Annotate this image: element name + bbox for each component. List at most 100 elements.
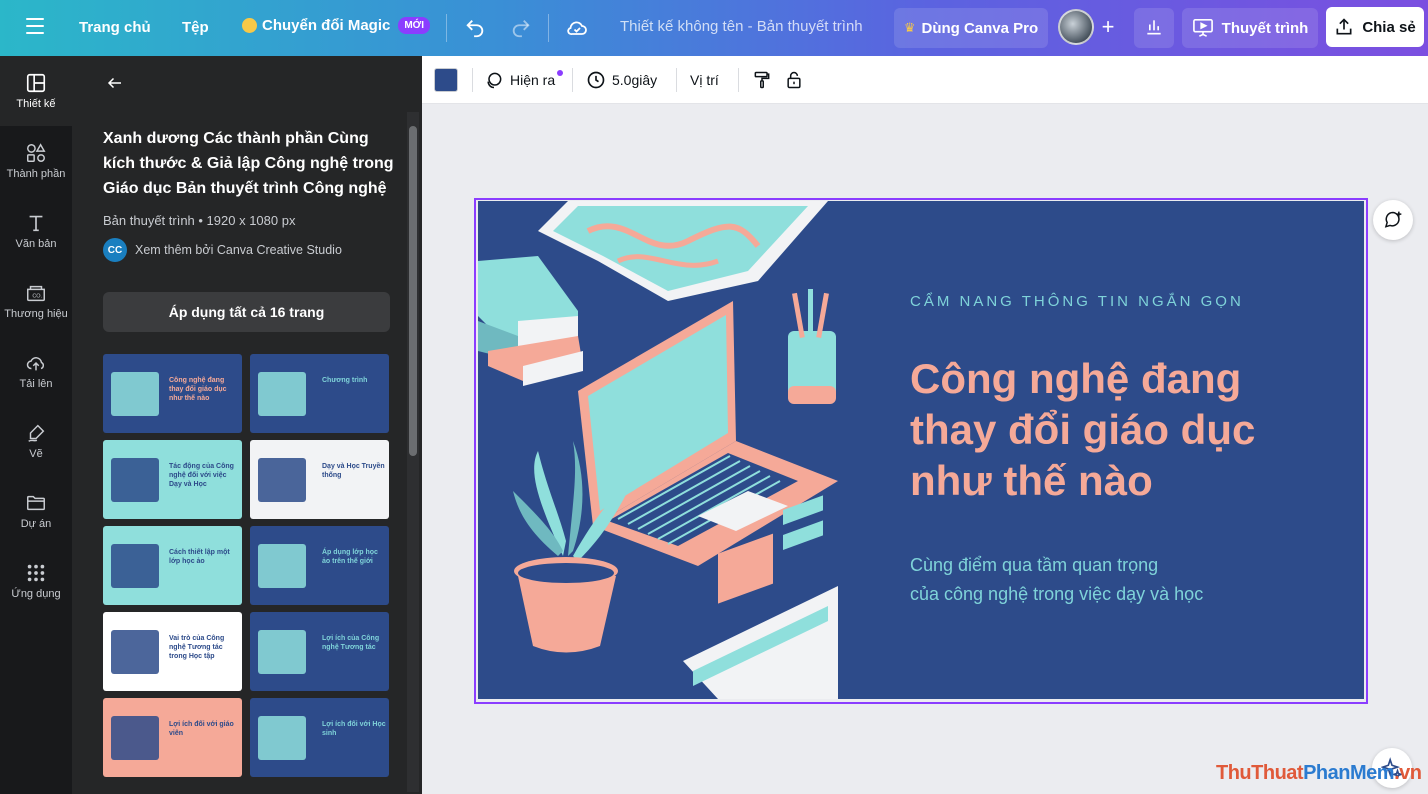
slide-subtitle: Cùng điểm qua tầm quan trọng của công ng… (910, 551, 1203, 609)
rail-item-text[interactable]: Văn bản (0, 196, 72, 266)
redo-icon[interactable] (510, 17, 532, 39)
rail-item-brand[interactable]: CO. Thương hiệu (0, 266, 72, 336)
template-thumbnail[interactable]: Lợi ích đối với giáo viên (103, 698, 242, 777)
thumbnail-title: Vai trò của Công nghệ Tương tác trong Họ… (169, 635, 225, 660)
present-icon (1192, 19, 1213, 37)
rail-label: Thiết kế (16, 98, 56, 110)
undo-icon[interactable] (464, 17, 486, 39)
share-upload-icon (1336, 18, 1352, 35)
template-thumbnail[interactable]: Cách thiết lập một lớp học ảo (103, 526, 242, 605)
thumbnail-title: Tác động của Công nghệ đối với việc Dạy … (169, 463, 234, 488)
separator (446, 14, 447, 42)
duration-label: 5.0giây (612, 72, 658, 88)
rail-item-projects[interactable]: Dự án (0, 476, 72, 546)
thumbnail-title: Chương trình (322, 377, 368, 384)
template-thumbnail[interactable]: Công nghệ đang thay đổi giáo dục như thế… (103, 354, 242, 433)
comment-plus-icon (1384, 211, 1402, 228)
canva-pro-label: Dùng Canva Pro (921, 19, 1039, 37)
magic-switch-label: Chuyển đổi Magic (262, 17, 391, 34)
duration-button[interactable]: 5.0giây (586, 56, 657, 104)
back-arrow-icon[interactable] (106, 74, 124, 92)
layout-icon (26, 73, 46, 93)
apply-all-pages-button[interactable]: Áp dụng tất cả 16 trang (103, 292, 390, 332)
insights-button[interactable] (1134, 8, 1174, 48)
canva-pro-button[interactable]: ♛ Dùng Canva Pro (894, 8, 1048, 48)
text-icon (29, 215, 43, 232)
template-thumbnail[interactable]: Tác động của Công nghệ đối với việc Dạy … (103, 440, 242, 519)
rail-label: Dự án (20, 518, 52, 530)
template-thumbnail[interactable]: Áp dụng lớp học ảo trên thế giới (250, 526, 389, 605)
avatar[interactable] (1058, 9, 1094, 45)
thumbnail-title: Lợi ích của Công nghệ Tương tác (322, 635, 380, 651)
slide-canvas[interactable]: CẨM NANG THÔNG TIN NGẮN GỌN Công nghệ đa… (478, 201, 1364, 699)
template-author[interactable]: CC Xem thêm bởi Canva Creative Studio (103, 238, 342, 262)
menu-icon[interactable] (26, 18, 44, 36)
separator (572, 68, 573, 92)
thumbnail-title: Lợi ích đối với Học sinh (322, 721, 386, 737)
thumbnail-graphic (258, 372, 306, 416)
subtitle-line: của công nghệ trong việc dạy và học (910, 584, 1204, 604)
rail-label: Thành phần (6, 168, 66, 180)
cloud-saved-icon[interactable] (565, 16, 589, 40)
position-label: Vị trí (690, 72, 719, 88)
rail-item-apps[interactable]: Ứng dụng (0, 546, 72, 616)
document-title[interactable]: Thiết kế không tên - Bản thuyết trình (620, 18, 863, 35)
rail-label: Vẽ (29, 448, 43, 460)
template-thumbnail[interactable]: Chương trình (250, 354, 389, 433)
panel-scrollbar-thumb[interactable] (409, 126, 417, 456)
tech-illustration (478, 201, 838, 699)
crown-icon: ♛ (903, 20, 916, 35)
rail-label: Ứng dụng (11, 588, 61, 600)
watermark-part: .vn (1394, 762, 1422, 784)
thumbnail-graphic (111, 716, 159, 760)
subtitle-line: Cùng điểm qua tầm quan trọng (910, 555, 1159, 575)
svg-text:CO.: CO. (32, 294, 42, 300)
thumbnail-graphic (111, 630, 159, 674)
brand-icon: CO. (27, 285, 45, 302)
thumbnail-graphic (111, 544, 159, 588)
copy-style-button[interactable] (752, 56, 772, 104)
background-color-button[interactable] (434, 56, 458, 104)
magic-switch-button[interactable]: Chuyển đổi Magic MỚI (242, 17, 430, 34)
lock-button[interactable] (784, 56, 804, 104)
separator (472, 68, 473, 92)
rail-item-elements[interactable]: Thành phần (0, 126, 72, 196)
template-thumbnail[interactable]: Vai trò của Công nghệ Tương tác trong Họ… (103, 612, 242, 691)
separator (548, 14, 549, 42)
watermark: ThuThuatPhanMem.vn (1216, 762, 1422, 785)
separator (676, 68, 677, 92)
position-button[interactable]: Vị trí (690, 56, 719, 104)
draw-icon (28, 424, 45, 442)
bar-chart-icon (1147, 20, 1161, 35)
thumbnail-graphic (111, 372, 159, 416)
watermark-part: PhanMem (1303, 762, 1395, 784)
thumbnail-graphic (258, 544, 306, 588)
paint-roller-icon (754, 71, 770, 89)
plus-icon: + (1101, 14, 1115, 39)
slide-title: Công nghệ đang thay đổi giáo dục như thế… (910, 355, 1256, 504)
clock-icon (587, 71, 605, 89)
template-thumbnail[interactable]: Lợi ích đối với Học sinh (250, 698, 389, 777)
file-menu[interactable]: Tệp (182, 19, 209, 36)
rail-item-uploads[interactable]: Tải lên (0, 336, 72, 406)
template-meta: Bản thuyết trình • 1920 x 1080 px (103, 213, 296, 228)
animate-button[interactable]: Hiện ra (484, 56, 564, 104)
template-thumbnail[interactable]: Dạy và Học Truyền thống (250, 440, 389, 519)
rail-label: Tải lên (19, 378, 53, 390)
template-thumbnail[interactable]: Lợi ích của Công nghệ Tương tác (250, 612, 389, 691)
add-comment-button[interactable] (1373, 200, 1413, 240)
animate-icon (487, 72, 502, 89)
rail-item-draw[interactable]: Vẽ (0, 406, 72, 476)
thumbnail-title: Áp dụng lớp học ảo trên thế giới (322, 549, 378, 565)
separator (738, 68, 739, 92)
editor-toolbar: Hiện ra 5.0giây Vị trí (422, 56, 1428, 104)
template-title: Xanh dương Các thành phần Cùng kích thướ… (103, 130, 394, 197)
add-collaborator-button[interactable]: + (1094, 14, 1122, 42)
thumbnail-graphic (258, 458, 306, 502)
animate-label: Hiện ra (510, 72, 556, 88)
home-link[interactable]: Trang chủ (79, 19, 151, 36)
thumbnail-title: Lợi ích đối với giáo viên (169, 721, 234, 737)
share-button[interactable]: Chia sẻ (1326, 7, 1424, 47)
present-button[interactable]: Thuyết trình (1182, 8, 1318, 48)
rail-item-design[interactable]: Thiết kế (0, 56, 72, 126)
